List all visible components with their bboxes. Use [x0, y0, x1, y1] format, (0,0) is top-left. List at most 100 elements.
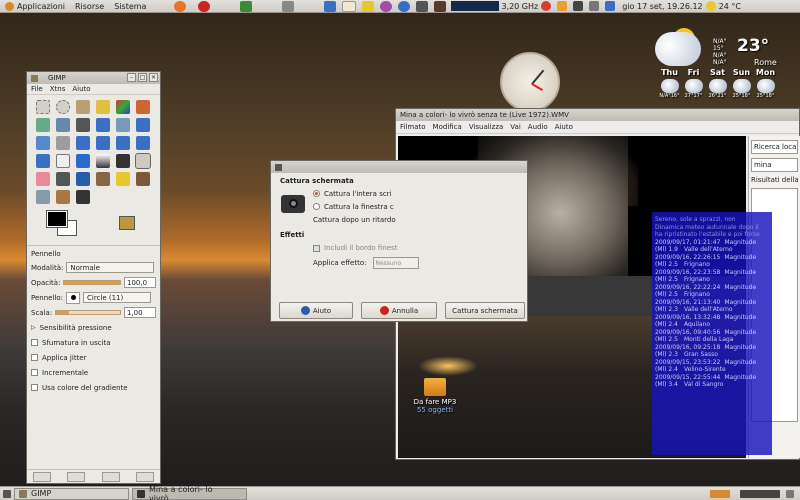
- reset-options-button[interactable]: [135, 472, 154, 482]
- menu-applicazioni[interactable]: Applicazioni: [0, 1, 70, 11]
- quake-entry[interactable]: 2009/09/16, 22:23:58 Magnitude (Ml) 2.5 Fri…: [655, 269, 769, 284]
- menu-vai[interactable]: Vai: [510, 123, 520, 131]
- opacity-slider[interactable]: [63, 280, 121, 285]
- pencil-tool-icon[interactable]: [116, 154, 130, 168]
- notes-app-icon[interactable]: [362, 0, 375, 12]
- include-border-row[interactable]: Includi il bordo finest: [271, 241, 527, 255]
- menu-aiuto[interactable]: Aiuto: [72, 85, 90, 93]
- quake-entry[interactable]: 2009/09/15, 22:55:44 Magnitude (Ml) 3.4 Val…: [655, 374, 769, 389]
- checkbox[interactable]: [31, 339, 38, 346]
- workspace-switcher[interactable]: [740, 489, 780, 498]
- fade-out-check[interactable]: Sfumatura in uscita: [27, 335, 160, 350]
- checkbox[interactable]: [31, 384, 38, 391]
- smudge-tool-icon[interactable]: [56, 190, 70, 204]
- heal-tool-icon[interactable]: [116, 172, 130, 186]
- eyes-applet-icon[interactable]: [342, 0, 357, 12]
- checkbox[interactable]: [313, 244, 320, 252]
- scale-value[interactable]: 1,00: [124, 307, 156, 318]
- menu-modifica[interactable]: Modifica: [433, 123, 462, 131]
- color-picker-tool-icon[interactable]: [76, 118, 90, 132]
- delete-options-button[interactable]: [101, 472, 120, 482]
- radio-button[interactable]: [313, 203, 320, 210]
- restore-options-button[interactable]: [67, 472, 86, 482]
- trash-icon[interactable]: [786, 489, 794, 498]
- media-app-icon[interactable]: [380, 0, 393, 12]
- active-pattern[interactable]: [119, 216, 135, 230]
- measure-tool-icon[interactable]: [116, 118, 130, 132]
- eraser-tool-icon[interactable]: [36, 172, 50, 186]
- quake-entry[interactable]: 2009/09/16, 22:26:15 Magnitude (Ml) 2.5 Fri…: [655, 254, 769, 269]
- capture-button[interactable]: Cattura schermata: [445, 302, 525, 319]
- perspective-clone-tool-icon[interactable]: [136, 172, 150, 186]
- opacity-value[interactable]: 100,0: [124, 277, 156, 288]
- clone-tool-icon[interactable]: [96, 172, 110, 186]
- ink-tool-icon[interactable]: [76, 172, 90, 186]
- show-desktop-icon[interactable]: [3, 489, 11, 498]
- quake-entry[interactable]: 2009/09/15, 23:53:22 Magnitude (Ml) 2.4 Vel…: [655, 359, 769, 374]
- save-options-button[interactable]: [33, 472, 51, 482]
- gradient-color-check[interactable]: Usa colore del gradiente: [27, 380, 160, 395]
- browser-app-icon[interactable]: [398, 0, 411, 12]
- dialog-titlebar[interactable]: [271, 161, 527, 173]
- zoom-tool-icon[interactable]: [96, 118, 110, 132]
- radio-window[interactable]: Cattura la finestra c: [271, 200, 527, 213]
- terminal-icon[interactable]: [434, 0, 447, 12]
- quake-entry[interactable]: 2009/09/16, 09:40:56 Magnitude (Ml) 2.5 Mon…: [655, 329, 769, 344]
- crop-tool-icon[interactable]: [56, 136, 70, 150]
- player-titlebar[interactable]: Mina a colori- lo vivrò senza te (Live 1…: [396, 109, 799, 121]
- radio-full-screen[interactable]: Cattura l'intera scri: [271, 187, 527, 200]
- screenshot-app-icon[interactable]: [416, 0, 429, 12]
- menu-audio[interactable]: Audio: [528, 123, 548, 131]
- gimp-titlebar[interactable]: GIMP – □ ×: [27, 72, 160, 84]
- pressure-expander[interactable]: ▷ Sensibilità pressione: [27, 320, 160, 335]
- menu-file[interactable]: File: [31, 85, 43, 93]
- close-button[interactable]: ×: [149, 73, 158, 82]
- desktop-app-icon[interactable]: [240, 0, 253, 12]
- foreground-color[interactable]: [46, 210, 68, 228]
- rotate-tool-icon[interactable]: [76, 136, 90, 150]
- workspace-switcher[interactable]: [710, 489, 730, 498]
- radio-button[interactable]: [313, 190, 320, 197]
- update-icon[interactable]: [541, 1, 552, 11]
- brush-field[interactable]: Circle (11): [83, 292, 151, 303]
- taskbar-item-gimp[interactable]: GIMP: [14, 487, 129, 500]
- shear-tool-icon[interactable]: [116, 136, 130, 150]
- sound-app-icon[interactable]: [282, 0, 295, 12]
- taskbar-item-player[interactable]: Mina a colori- lo vivrò...: [132, 485, 247, 500]
- scissors-tool-icon[interactable]: [136, 100, 150, 114]
- quake-entry[interactable]: 2009/09/17, 01:21:47 Magnitude (Ml) 1.9 Val…: [655, 239, 769, 254]
- bucket-fill-tool-icon[interactable]: [76, 154, 90, 168]
- help-button[interactable]: Aiuto: [279, 302, 353, 319]
- local-search-dropdown[interactable]: Ricerca locale: [751, 140, 798, 154]
- move-tool-icon[interactable]: [136, 118, 150, 132]
- network-app-icon[interactable]: [324, 0, 337, 12]
- minimize-button[interactable]: –: [127, 73, 136, 82]
- maximize-button[interactable]: □: [138, 73, 147, 82]
- align-tool-icon[interactable]: [36, 136, 50, 150]
- scale-slider[interactable]: [55, 310, 121, 315]
- quake-entry[interactable]: 2009/09/16, 09:25:18 Magnitude (Ml) 2.3 Gra…: [655, 344, 769, 359]
- network-icon[interactable]: [573, 1, 584, 11]
- effect-dropdown[interactable]: Nessuno: [372, 257, 419, 269]
- jitter-check[interactable]: Applica jitter: [27, 350, 160, 365]
- menu-aiuto[interactable]: Aiuto: [555, 123, 573, 131]
- brush-preview[interactable]: [66, 291, 80, 304]
- fuzzy-select-tool-icon[interactable]: [96, 100, 110, 114]
- volume-icon[interactable]: [589, 1, 600, 11]
- airbrush-tool-icon[interactable]: [56, 172, 70, 186]
- cancel-button[interactable]: Annulla: [361, 302, 437, 319]
- help-icon[interactable]: [198, 0, 211, 12]
- perspective-tool-icon[interactable]: [136, 136, 150, 150]
- search-input[interactable]: mina: [751, 158, 798, 172]
- panel-clock[interactable]: gio 17 set, 19.26.12: [622, 2, 702, 11]
- checkbox[interactable]: [31, 369, 38, 376]
- flip-tool-icon[interactable]: [36, 154, 50, 168]
- firefox-icon[interactable]: [174, 0, 187, 12]
- scale-tool-icon[interactable]: [96, 136, 110, 150]
- menu-filmato[interactable]: Filmato: [400, 123, 426, 131]
- incremental-check[interactable]: Incrementale: [27, 365, 160, 380]
- quake-entry[interactable]: 2009/09/16, 22:22:24 Magnitude (Ml) 2.5 Fri…: [655, 284, 769, 299]
- desktop-folder[interactable]: Da fare MP3 55 oggetti: [405, 378, 465, 414]
- quake-entry[interactable]: 2009/09/16, 13:32:48 Magnitude (Ml) 2.4 Aqu…: [655, 314, 769, 329]
- menu-xtns[interactable]: Xtns: [50, 85, 66, 93]
